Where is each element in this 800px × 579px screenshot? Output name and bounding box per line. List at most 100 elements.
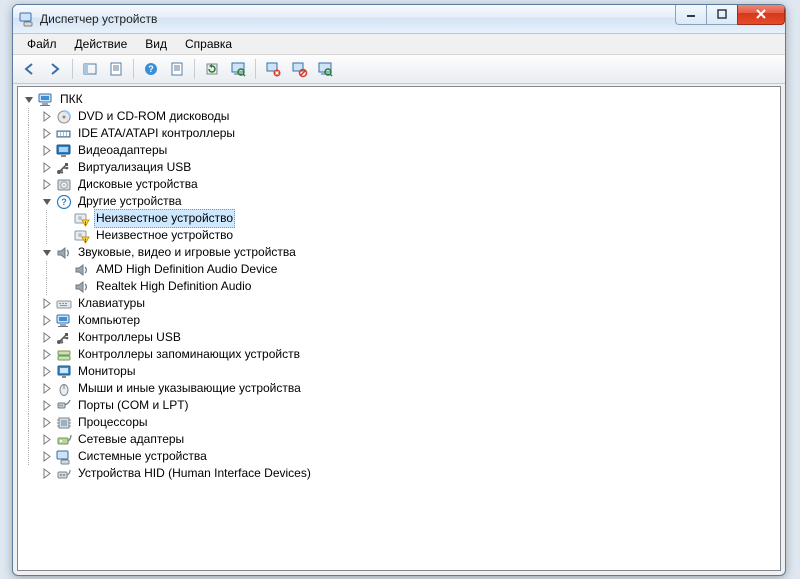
device-tree[interactable]: ПКК DVD и CD-ROM дисководы IDE ATA/ATAPI… [17,86,781,571]
expander-icon[interactable] [42,468,53,479]
expander-icon[interactable] [42,315,53,326]
tree-node-mouse[interactable]: Мыши и иные указывающие устройства [20,380,778,397]
expander-icon[interactable] [42,196,53,207]
node-label: Мыши и иные указывающие устройства [76,380,303,397]
toolbar-forward-button[interactable] [43,57,67,81]
menubar: Файл Действие Вид Справка [13,34,785,55]
storage-controller-icon [56,347,72,363]
tree-node-usb[interactable]: Контроллеры USB [20,329,778,346]
tree-node-hid[interactable]: Устройства HID (Human Interface Devices) [20,465,778,482]
expander-icon[interactable] [42,145,53,156]
maximize-button[interactable] [706,4,738,25]
toolbar-show-hide-tree-button[interactable] [78,57,102,81]
ide-controller-icon [56,126,72,142]
node-label: AMD High Definition Audio Device [94,261,279,278]
expander-icon[interactable] [42,383,53,394]
tree-node-cpu[interactable]: Процессоры [20,414,778,431]
toolbar-update-driver-button[interactable] [200,57,224,81]
usb-icon [56,330,72,346]
unknown-device-icon [74,228,90,244]
tree-node-dvd[interactable]: DVD и CD-ROM дисководы [20,108,778,125]
close-button[interactable] [737,4,785,25]
node-label: ПКК [58,91,85,108]
tree-node-network[interactable]: Сетевые адаптеры [20,431,778,448]
tree-node-other[interactable]: Другие устройства [20,193,778,210]
toolbar-separator [255,59,256,79]
computer-icon [56,313,72,329]
toolbar-scan-button[interactable] [313,57,337,81]
titlebar[interactable]: Диспетчер устройств [13,5,785,34]
toolbar-disable-button[interactable] [287,57,311,81]
network-icon [56,432,72,448]
tree-node-usb-virt[interactable]: Виртуализация USB [20,159,778,176]
tree-node-sound-realtek[interactable]: Realtek High Definition Audio [20,278,778,295]
menu-view[interactable]: Вид [137,35,175,53]
toolbar-uninstall-button[interactable] [261,57,285,81]
toolbar-help-button[interactable] [139,57,163,81]
expander-icon[interactable] [42,162,53,173]
tree-node-monitor[interactable]: Мониторы [20,363,778,380]
hid-icon [56,466,72,482]
disc-drive-icon [56,109,72,125]
expander-icon[interactable] [42,128,53,139]
usb-icon [56,160,72,176]
monitor-icon [56,364,72,380]
toolbar [13,55,785,84]
node-label: DVD и CD-ROM дисководы [76,108,231,125]
tree-node-root[interactable]: ПКК [20,91,778,108]
tree-node-ide[interactable]: IDE ATA/ATAPI контроллеры [20,125,778,142]
minimize-button[interactable] [675,4,707,25]
node-label: Звуковые, видео и игровые устройства [76,244,298,261]
tree-node-disk[interactable]: Дисковые устройства [20,176,778,193]
expander-icon[interactable] [42,247,53,258]
tree-node-unknown-2[interactable]: Неизвестное устройство [20,227,778,244]
toolbar-separator [133,59,134,79]
tree-node-sound[interactable]: Звуковые, видео и игровые устройства [20,244,778,261]
window-controls [676,4,785,25]
node-label: Компьютер [76,312,142,329]
expander-icon[interactable] [42,451,53,462]
app-icon [19,11,35,27]
node-label: IDE ATA/ATAPI контроллеры [76,125,237,142]
toolbar-scan-hardware-button[interactable] [226,57,250,81]
node-label: Порты (COM и LPT) [76,397,191,414]
menu-file[interactable]: Файл [19,35,65,53]
ports-icon [56,398,72,414]
tree-node-storage[interactable]: Контроллеры запоминающих устройств [20,346,778,363]
node-label: Realtek High Definition Audio [94,278,253,295]
node-label: Контроллеры USB [76,329,183,346]
toolbar-back-button[interactable] [17,57,41,81]
device-manager-window: Диспетчер устройств Файл Действие Вид Сп… [12,4,786,576]
node-label: Контроллеры запоминающих устройств [76,346,302,363]
expander-icon[interactable] [42,298,53,309]
expander-icon[interactable] [42,366,53,377]
tree-node-computer[interactable]: Компьютер [20,312,778,329]
node-label: Процессоры [76,414,150,431]
menu-help[interactable]: Справка [177,35,240,53]
keyboard-icon [56,296,72,312]
tree-node-keyboard[interactable]: Клавиатуры [20,295,778,312]
expander-icon[interactable] [42,400,53,411]
toolbar-action-button[interactable] [165,57,189,81]
tree-node-sound-amd[interactable]: AMD High Definition Audio Device [20,261,778,278]
sound-icon [56,245,72,261]
expander-icon[interactable] [24,94,35,105]
tree-node-system[interactable]: Системные устройства [20,448,778,465]
node-label: Устройства HID (Human Interface Devices) [76,465,313,482]
expander-icon[interactable] [42,111,53,122]
computer-icon [38,92,54,108]
tree-node-video[interactable]: Видеоадаптеры [20,142,778,159]
expander-icon[interactable] [42,417,53,428]
expander-icon[interactable] [42,434,53,445]
tree-node-ports[interactable]: Порты (COM и LPT) [20,397,778,414]
tree-node-unknown-1[interactable]: Неизвестное устройство [20,210,778,227]
toolbar-separator [194,59,195,79]
expander-icon[interactable] [42,349,53,360]
menu-action[interactable]: Действие [67,35,136,53]
expander-icon[interactable] [42,332,53,343]
disk-drive-icon [56,177,72,193]
toolbar-properties-button[interactable] [104,57,128,81]
mouse-icon [56,381,72,397]
unknown-device-icon [74,211,90,227]
expander-icon[interactable] [42,179,53,190]
